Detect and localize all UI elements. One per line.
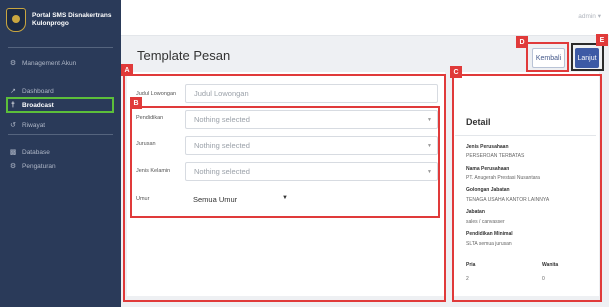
- sidebar-divider: [8, 134, 113, 135]
- user-menu[interactable]: admin ▾: [578, 12, 601, 20]
- history-icon: ↺: [10, 122, 16, 129]
- sidebar-item-label: Pengaturan: [22, 162, 56, 170]
- annotation-tag-b: B: [130, 97, 142, 109]
- annotation-box-b: [130, 106, 440, 218]
- broadcast-icon: †: [11, 101, 15, 109]
- database-icon: ▩: [9, 149, 17, 156]
- annotation-tag-e: E: [596, 34, 608, 46]
- sidebar-item-dashboard[interactable]: ↗ Dashboard: [8, 84, 113, 98]
- annotation-box-e: [571, 43, 604, 71]
- brand[interactable]: Portal SMS Disnakertrans Kulonprogo: [6, 6, 118, 34]
- gear-icon: ⚙: [9, 163, 17, 170]
- annotation-tag-a: A: [121, 64, 133, 76]
- annotation-tag-d: D: [516, 36, 528, 48]
- users-icon: ⚙: [9, 60, 17, 67]
- annotation-tag-c: C: [450, 66, 462, 78]
- brand-title: Portal SMS Disnakertrans: [32, 12, 112, 19]
- sidebar-divider: [8, 47, 113, 48]
- sidebar-item-label: Broadcast: [22, 101, 54, 109]
- logo-icon: [6, 8, 26, 32]
- sidebar-item-label: Management Akun: [22, 59, 77, 67]
- annotation-box-d: [526, 42, 569, 72]
- sidebar-item-riwayat[interactable]: ↺ Riwayat: [8, 118, 113, 132]
- annotation-box-c: [452, 74, 602, 302]
- chart-icon: ↗: [10, 88, 16, 95]
- page-title: Template Pesan: [137, 48, 231, 63]
- sidebar-item-label: Database: [22, 148, 50, 156]
- sidebar-item-management-akun[interactable]: ⚙ Management Akun: [8, 56, 113, 70]
- sidebar-item-broadcast[interactable]: † Broadcast: [6, 97, 114, 113]
- sidebar-item-label: Dashboard: [22, 87, 54, 95]
- sidebar-item-label: Riwayat: [22, 121, 46, 129]
- sidebar-item-database[interactable]: ▩ Database: [8, 145, 113, 159]
- sidebar-item-pengaturan[interactable]: ⚙ Pengaturan: [8, 159, 113, 173]
- brand-subtitle: Kulonprogo: [32, 20, 69, 27]
- top-bar: admin ▾: [121, 0, 609, 36]
